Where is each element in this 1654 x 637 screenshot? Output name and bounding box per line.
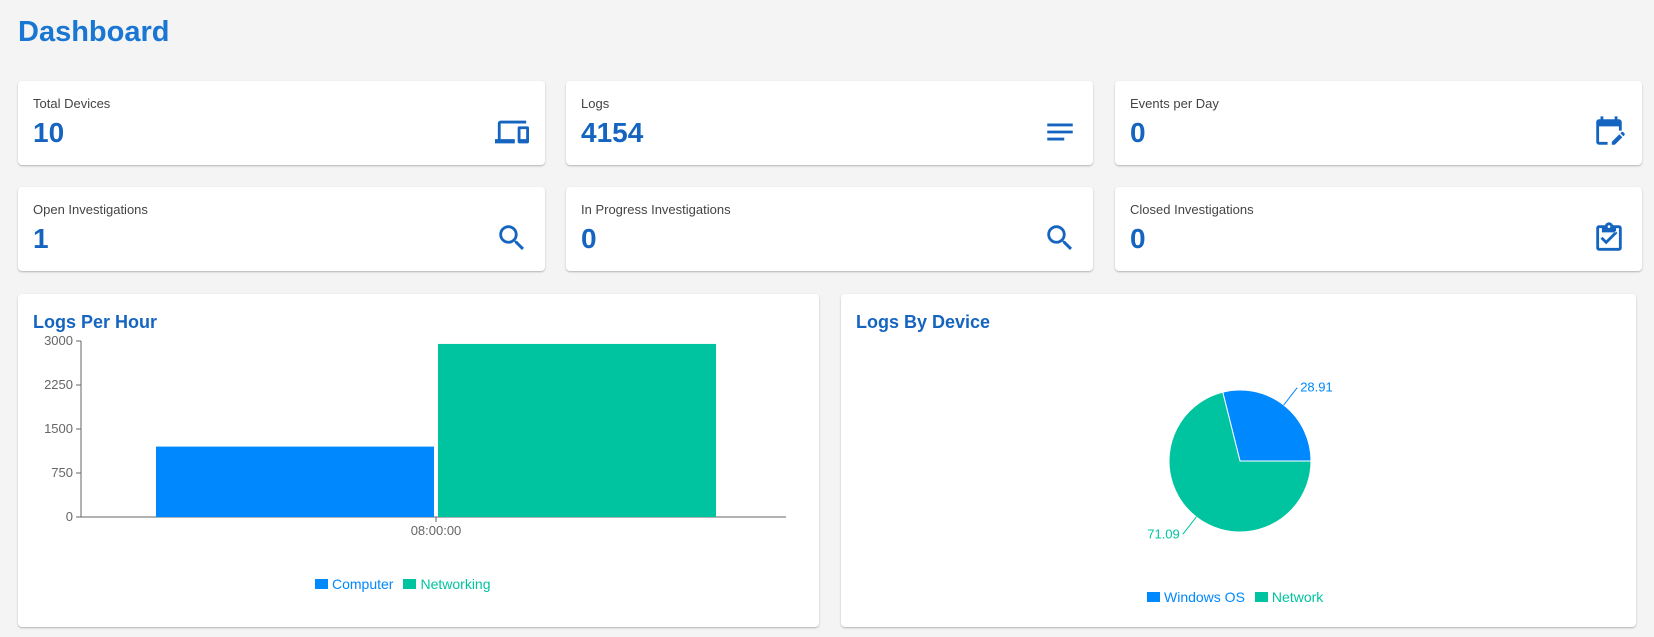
chart-legend: Computer Networking (315, 576, 491, 592)
bar-networking[interactable] (438, 343, 716, 517)
clipboard-check-icon (1590, 221, 1628, 255)
y-tick-label: 3000 (44, 333, 73, 348)
list-icon (1041, 115, 1079, 149)
calendar-edit-icon (1590, 115, 1628, 149)
stat-card-total-devices[interactable]: Total Devices 10 (18, 81, 545, 165)
legend-label: Computer (332, 576, 394, 592)
pie-data-label: 71.09 (1147, 526, 1180, 541)
stat-label: Closed Investigations (1130, 202, 1254, 217)
legend-item-networking[interactable]: Networking (403, 576, 491, 592)
page-title: Dashboard (18, 16, 170, 48)
legend-label: Windows OS (1164, 589, 1245, 605)
stat-value: 0 (1130, 117, 1146, 148)
chart-legend: Windows OS Network (1147, 589, 1323, 605)
y-tick-label: 750 (51, 465, 73, 480)
y-tick-label: 2250 (44, 377, 73, 392)
stat-card-logs[interactable]: Logs 4154 (566, 81, 1093, 165)
pie-label-line (1182, 516, 1197, 535)
pie-data-label: 28.91 (1300, 380, 1333, 395)
stat-card-open-investigations[interactable]: Open Investigations 1 (18, 187, 545, 271)
y-tick-label: 1500 (44, 421, 73, 436)
stat-card-closed-investigations[interactable]: Closed Investigations 0 (1115, 187, 1642, 271)
legend-item-windows-os[interactable]: Windows OS (1147, 589, 1245, 605)
logs-by-device-panel: Logs By Device 28.91 71.09 Windows OS Net… (841, 294, 1636, 627)
legend-label: Networking (420, 576, 491, 592)
stat-label: Logs (581, 96, 610, 111)
search-icon (493, 221, 531, 255)
stat-card-events-per-day[interactable]: Events per Day 0 (1115, 81, 1642, 165)
legend-swatch (1254, 592, 1268, 602)
legend-label: Network (1271, 589, 1324, 605)
stat-value: 10 (33, 117, 65, 148)
logs-per-hour-panel: Logs Per Hour 0 750 1500 2250 3000 08:00:00 C… (18, 294, 819, 627)
panel-title: Logs By Device (856, 312, 991, 332)
stat-value: 1 (33, 223, 49, 254)
stat-label: Total Devices (33, 96, 111, 111)
stat-value: 0 (581, 223, 597, 254)
stat-label: In Progress Investigations (581, 202, 731, 217)
x-tick-label: 08:00:00 (411, 523, 462, 538)
search-icon (1041, 221, 1079, 255)
legend-swatch (403, 579, 417, 589)
legend-item-network[interactable]: Network (1254, 589, 1324, 605)
stat-label: Open Investigations (33, 202, 148, 217)
stat-card-in-progress-investigations[interactable]: In Progress Investigations 0 (566, 187, 1093, 271)
stat-value: 4154 (581, 117, 644, 148)
legend-item-computer[interactable]: Computer (315, 576, 393, 592)
y-tick-label: 0 (66, 509, 73, 524)
legend-swatch (315, 579, 328, 589)
pie-label-line (1283, 387, 1298, 406)
legend-swatch (1147, 592, 1160, 602)
logs-by-device-chart: 28.91 71.09 (1147, 380, 1333, 542)
devices-icon (493, 115, 531, 149)
bar-computer[interactable] (156, 446, 434, 517)
stat-label: Events per Day (1130, 96, 1219, 111)
stat-value: 0 (1130, 223, 1146, 254)
